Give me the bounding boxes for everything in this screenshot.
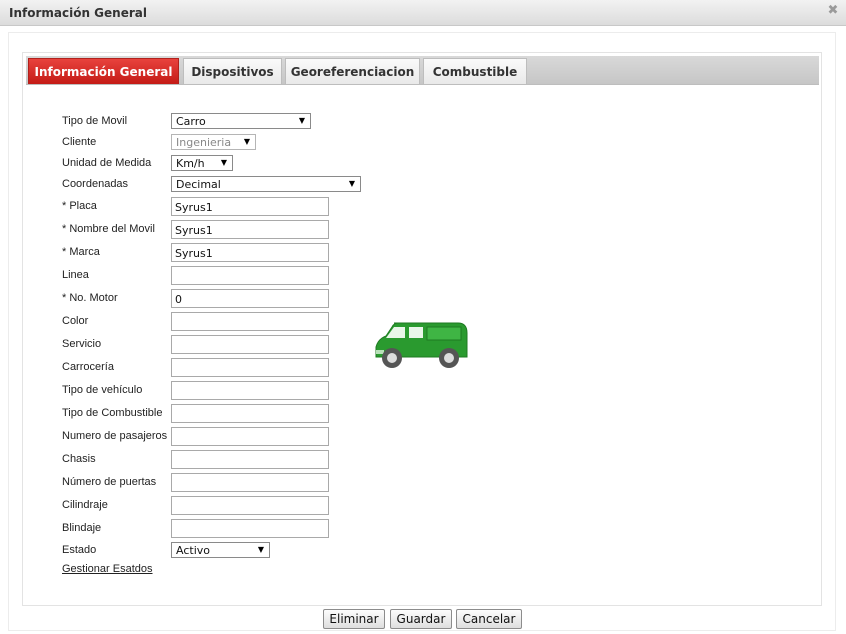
dropdown-arrow-icon: ▼ [298, 116, 305, 125]
label-servicio: Servicio [62, 338, 102, 350]
placa-input[interactable]: Syrus1 [171, 197, 329, 216]
cancelar-button[interactable]: Cancelar [456, 609, 522, 629]
label-estado: Estado [62, 544, 97, 556]
tipo-movil-select[interactable]: Carro ▼ [171, 113, 311, 129]
label-numero-pasajeros: Numero de pasajeros [62, 430, 168, 442]
tab-combustible[interactable]: Combustible [423, 58, 527, 84]
label-unidad-medida: Unidad de Medida [62, 157, 152, 169]
label-color: Color [62, 315, 89, 327]
tab-dispositivos[interactable]: Dispositivos [183, 58, 282, 84]
dialog-title-bar: Información General ✖ [0, 0, 846, 26]
label-numero-puertas: Número de puertas [62, 476, 157, 488]
label-tipo-combustible: Tipo de Combustible [62, 407, 163, 419]
estado-select[interactable]: Activo ▼ [171, 542, 270, 558]
cliente-select[interactable]: Ingenieria ▼ [171, 134, 256, 150]
label-coordenadas: Coordenadas [62, 178, 129, 190]
tab-georeferenciacion[interactable]: Georeferenciacion [285, 58, 420, 84]
label-linea: Linea [62, 269, 89, 281]
label-marca: * Marca [62, 246, 100, 258]
label-carroceria: Carrocería [62, 361, 114, 373]
tipo-vehiculo-input[interactable] [171, 381, 329, 400]
servicio-input[interactable] [171, 335, 329, 354]
carroceria-input[interactable] [171, 358, 329, 377]
guardar-button[interactable]: Guardar [390, 609, 452, 629]
dialog-title: Información General [9, 6, 147, 20]
no-motor-input[interactable]: 0 [171, 289, 329, 308]
unidad-medida-select[interactable]: Km/h ▼ [171, 155, 233, 171]
chasis-input[interactable] [171, 450, 329, 469]
tab-informacion-general[interactable]: Información General [28, 58, 179, 84]
marca-input[interactable]: Syrus1 [171, 243, 329, 262]
blindaje-input[interactable] [171, 519, 329, 538]
numero-pasajeros-input[interactable] [171, 427, 329, 446]
dropdown-arrow-icon: ▼ [220, 158, 227, 167]
green-van-icon [375, 322, 468, 368]
tipo-combustible-input[interactable] [171, 404, 329, 423]
dropdown-arrow-icon: ▼ [348, 179, 355, 188]
gestionar-estados-link[interactable]: Gestionar Esatdos [62, 563, 153, 575]
nombre-movil-input[interactable]: Syrus1 [171, 220, 329, 239]
color-input[interactable] [171, 312, 329, 331]
label-cliente: Cliente [62, 136, 97, 148]
dropdown-arrow-icon: ▼ [243, 137, 250, 146]
label-blindaje: Blindaje [62, 522, 102, 534]
eliminar-button[interactable]: Eliminar [323, 609, 385, 629]
label-no-motor: * No. Motor [62, 292, 118, 304]
label-tipo-movil: Tipo de Movil [62, 115, 128, 127]
label-nombre-movil: * Nombre del Movil [62, 223, 155, 235]
coordenadas-select[interactable]: Decimal ▼ [171, 176, 361, 192]
label-chasis: Chasis [62, 453, 96, 465]
tab-bar: Información General Dispositivos Georefe… [26, 56, 819, 85]
label-tipo-vehiculo: Tipo de vehículo [62, 384, 143, 396]
linea-input[interactable] [171, 266, 329, 285]
label-placa: * Placa [62, 200, 97, 212]
numero-puertas-input[interactable] [171, 473, 329, 492]
close-icon[interactable]: ✖ [827, 4, 839, 17]
label-cilindraje: Cilindraje [62, 499, 108, 511]
dropdown-arrow-icon: ▼ [257, 545, 264, 554]
cilindraje-input[interactable] [171, 496, 329, 515]
